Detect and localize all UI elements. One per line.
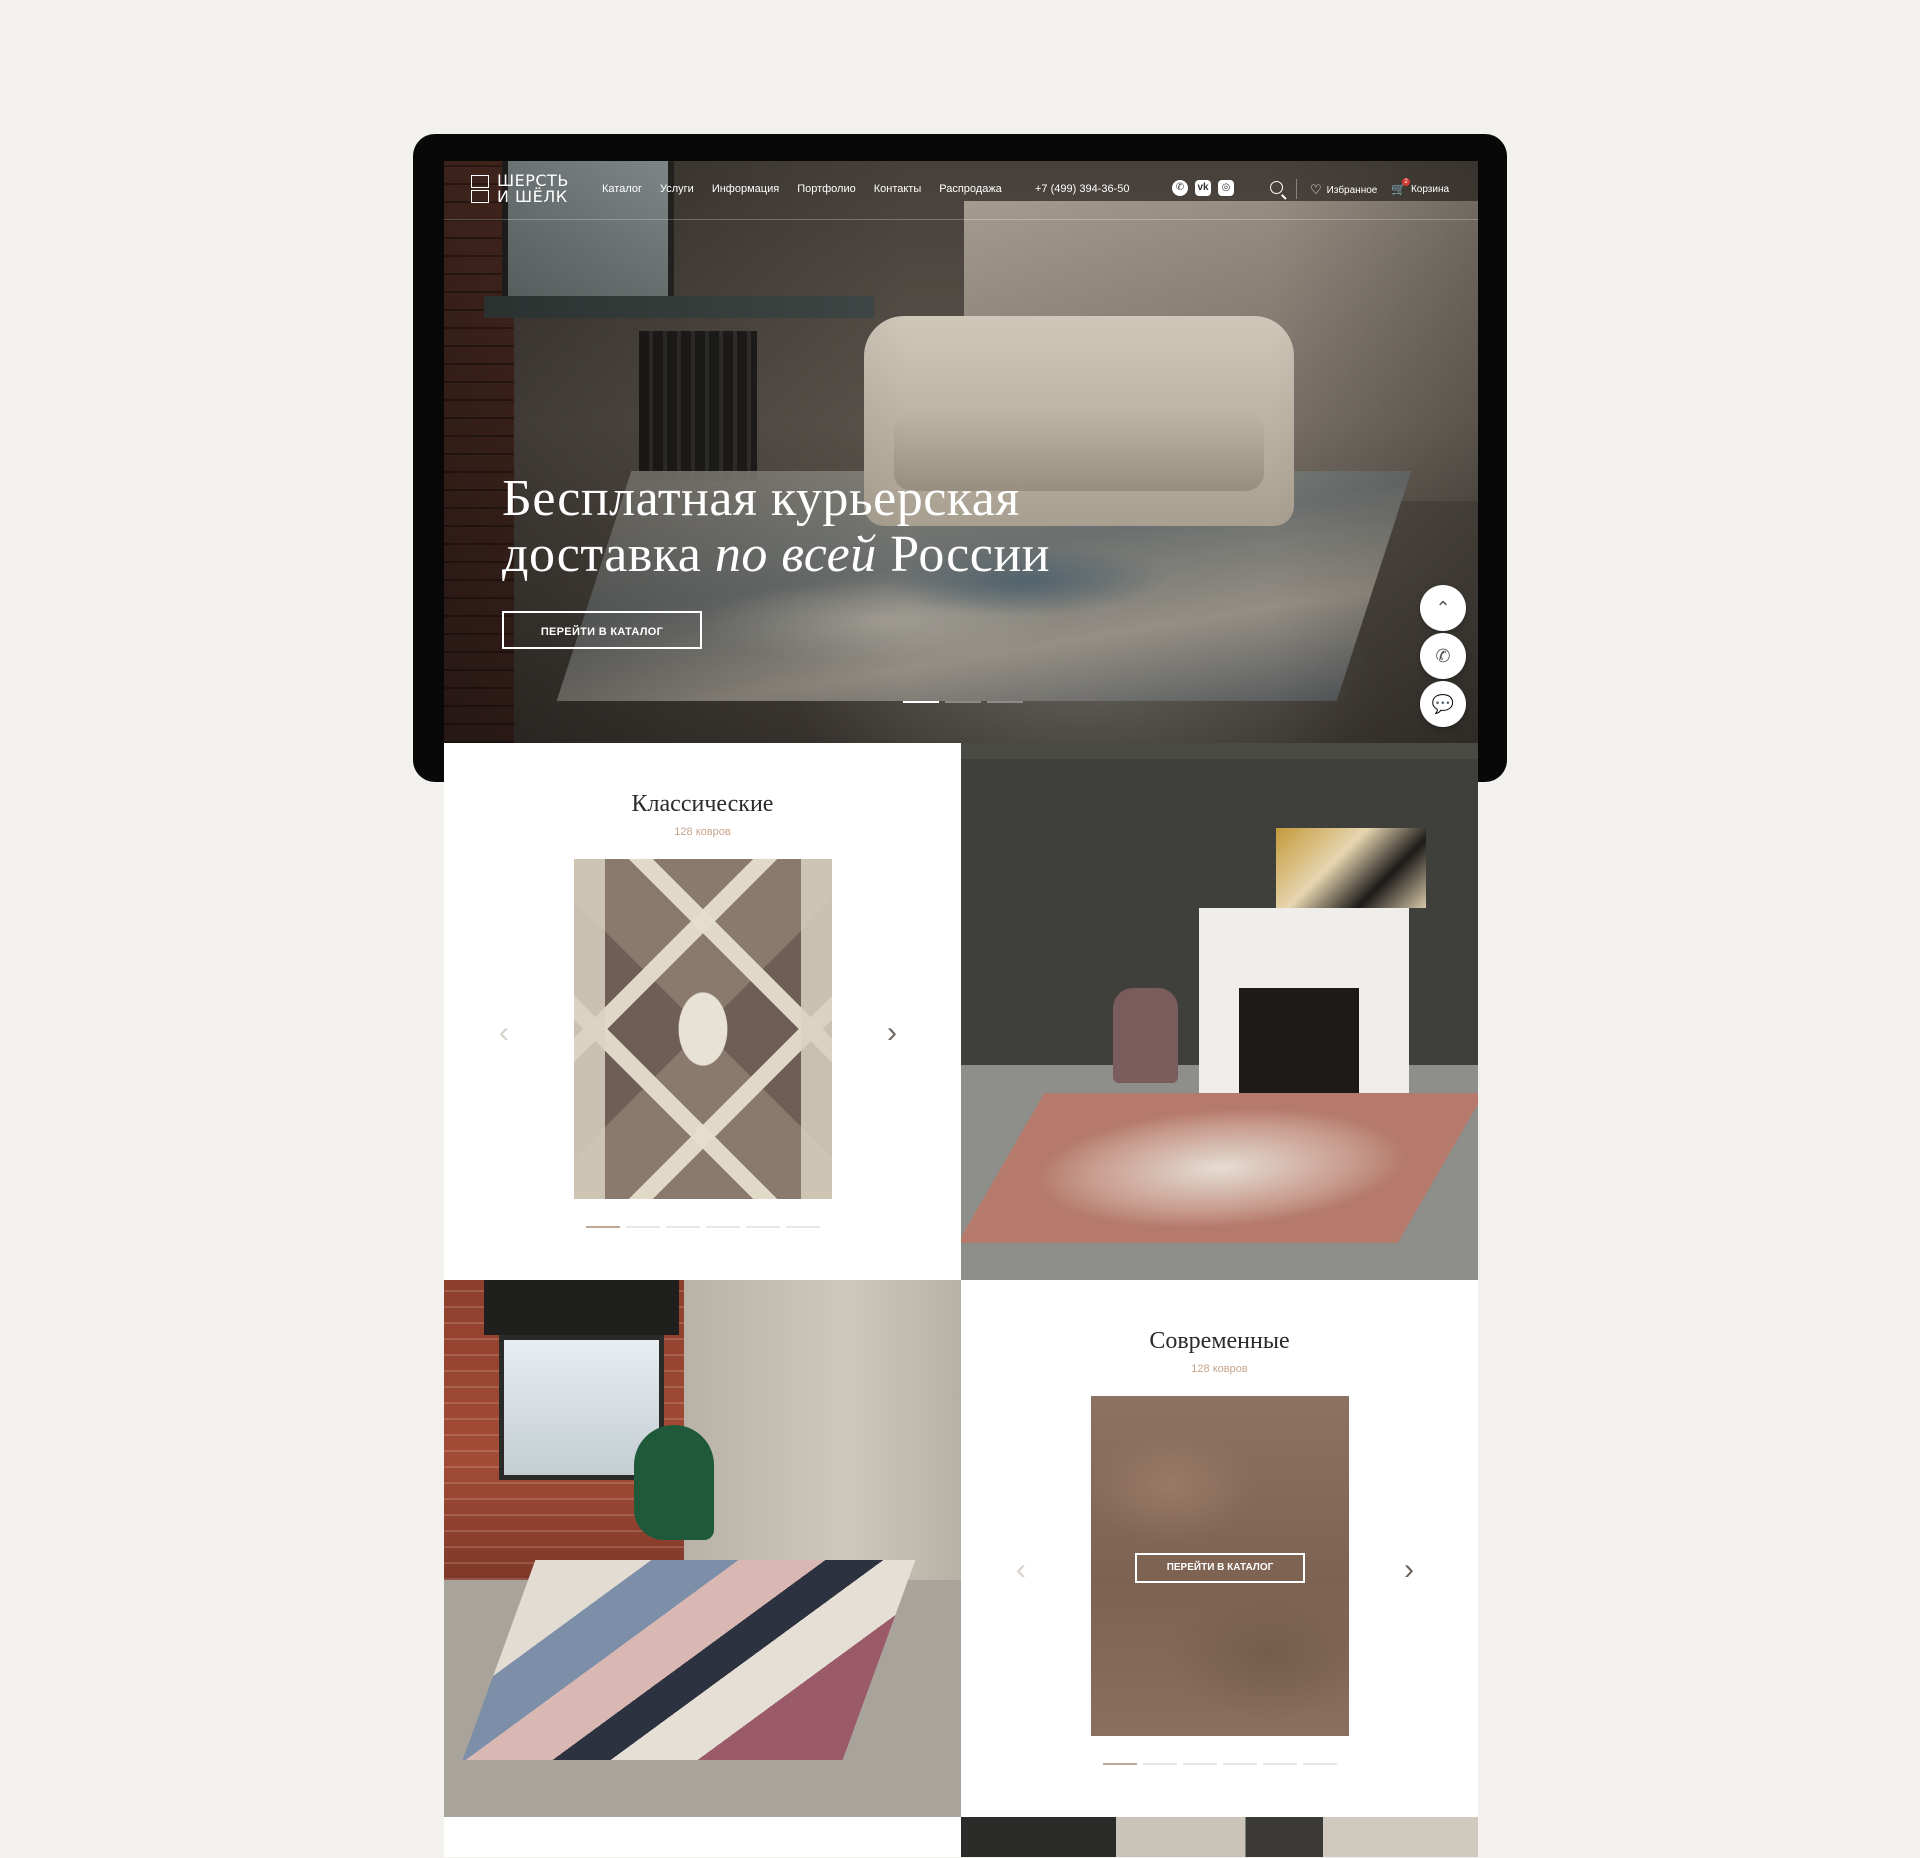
menu-item-services[interactable]: Услуги — [660, 183, 694, 195]
logo-icon — [471, 174, 491, 204]
chevron-left-icon[interactable]: ‹ — [1016, 1555, 1026, 1585]
hero-banner: ШЕРСТЬ И ШЁЛК Каталог Услуги Информация … — [444, 161, 1478, 743]
pager-dot[interactable] — [706, 1226, 740, 1228]
pager-dot[interactable] — [786, 1226, 820, 1228]
menu-item-catalog[interactable]: Каталог — [602, 183, 642, 195]
favorites-label: Избранное — [1326, 184, 1378, 196]
category-card-classic[interactable]: Классические 128 ковров ‹ › — [444, 743, 961, 1280]
hero-title-part-a: доставка — [502, 526, 715, 583]
modern-rug-image[interactable]: ПЕРЕЙТИ В КАТАЛОГ — [1091, 1396, 1349, 1736]
menu-item-contacts[interactable]: Контакты — [874, 183, 922, 195]
category-card-modern[interactable]: Современные 128 ковров ПЕРЕЙТИ В КАТАЛОГ… — [961, 1280, 1478, 1817]
pager-dot[interactable] — [1263, 1763, 1297, 1765]
geometric-rug — [462, 1560, 916, 1760]
pager-dot[interactable] — [1103, 1763, 1137, 1765]
logo-text: ШЕРСТЬ И ШЁЛК — [497, 173, 569, 205]
menu-item-portfolio[interactable]: Портфолио — [797, 183, 856, 195]
social-links: ✆ vk ◎ — [1172, 180, 1234, 196]
pager-dot[interactable] — [1183, 1763, 1217, 1765]
category-pager — [586, 1226, 820, 1228]
nav-divider — [1296, 179, 1297, 199]
phone-icon[interactable]: ✆ — [1420, 633, 1466, 679]
next-photo — [961, 1817, 1478, 1857]
pager-dot[interactable] — [666, 1226, 700, 1228]
main-menu: Каталог Услуги Информация Портфолио Конт… — [602, 183, 1002, 195]
chevron-right-icon[interactable]: › — [1404, 1555, 1414, 1585]
chevron-right-icon[interactable]: › — [887, 1018, 897, 1048]
pager-dot[interactable] — [1223, 1763, 1257, 1765]
search-icon[interactable] — [1270, 181, 1283, 194]
pager-dot[interactable] — [1303, 1763, 1337, 1765]
fireplace-artworks — [1276, 828, 1426, 908]
cart-badge: 2 — [1402, 178, 1410, 186]
favorites-link[interactable]: ♡ Избранное — [1310, 182, 1377, 198]
armchair — [1113, 988, 1178, 1083]
classic-rug-image[interactable] — [574, 859, 832, 1199]
chat-icon[interactable]: 💬 — [1420, 681, 1466, 727]
fireplace-rug — [961, 1093, 1478, 1243]
slider-dot[interactable] — [903, 701, 939, 703]
scroll-up-icon[interactable]: ⌃ — [1420, 585, 1466, 631]
header-phone[interactable]: +7 (499) 394-36-50 — [1035, 183, 1129, 195]
pager-dot[interactable] — [1143, 1763, 1177, 1765]
chevron-left-icon[interactable]: ‹ — [499, 1018, 509, 1048]
menu-item-info[interactable]: Информация — [712, 183, 779, 195]
hero-slider-dots — [903, 701, 1023, 703]
modern-catalog-button[interactable]: ПЕРЕЙТИ В КАТАЛОГ — [1135, 1553, 1305, 1583]
slider-dot[interactable] — [945, 701, 981, 703]
cart-link[interactable]: 🛒 2 Корзина — [1391, 178, 1450, 196]
fireplace — [1199, 908, 1409, 1118]
category-title: Классические — [631, 791, 774, 817]
interior-photo-fireplace — [961, 743, 1478, 1280]
category-title: Современные — [1149, 1328, 1290, 1354]
pager-dot[interactable] — [626, 1226, 660, 1228]
category-count: 128 ковров — [1191, 1363, 1248, 1375]
instagram-icon[interactable]: ◎ — [1218, 180, 1234, 196]
pager-dot[interactable] — [746, 1226, 780, 1228]
hero-shading — [444, 161, 1478, 743]
top-navigation: ШЕРСТЬ И ШЁЛК Каталог Услуги Информация … — [444, 161, 1478, 220]
vk-icon[interactable]: vk — [1195, 180, 1211, 196]
site-logo[interactable]: ШЕРСТЬ И ШЁЛК — [471, 173, 569, 205]
category-grid: Классические 128 ковров ‹ › Современные … — [444, 743, 1478, 1817]
cart-label: Корзина — [1410, 183, 1450, 195]
heart-icon: ♡ — [1310, 182, 1322, 197]
hero-title: Бесплатная курьерская доставка по всей Р… — [502, 471, 1050, 583]
hero-title-line-1: Бесплатная курьерская — [502, 470, 1020, 527]
window-blind — [484, 1280, 679, 1335]
hero-title-part-b: России — [876, 526, 1051, 583]
whatsapp-icon[interactable]: ✆ — [1172, 180, 1188, 196]
menu-item-sale[interactable]: Распродажа — [939, 183, 1002, 195]
interior-photo-green-chair — [444, 1280, 961, 1817]
slider-dot[interactable] — [987, 701, 1023, 703]
panel-wall — [684, 1280, 961, 1580]
next-section-preview — [444, 1817, 1478, 1857]
hero-title-italic: по всей — [714, 526, 877, 583]
category-count: 128 ковров — [674, 826, 731, 838]
site-screen: ШЕРСТЬ И ШЁЛК Каталог Услуги Информация … — [444, 161, 1478, 1857]
next-card-blank — [444, 1817, 961, 1857]
green-armchair — [634, 1425, 714, 1540]
pager-dot[interactable] — [586, 1226, 620, 1228]
logo-line-2: И ШЁЛК — [497, 187, 568, 206]
hero-title-line-2: доставка по всей России — [502, 527, 1050, 583]
hero-catalog-button[interactable]: ПЕРЕЙТИ В КАТАЛОГ — [502, 611, 702, 649]
category-pager — [1103, 1763, 1337, 1765]
